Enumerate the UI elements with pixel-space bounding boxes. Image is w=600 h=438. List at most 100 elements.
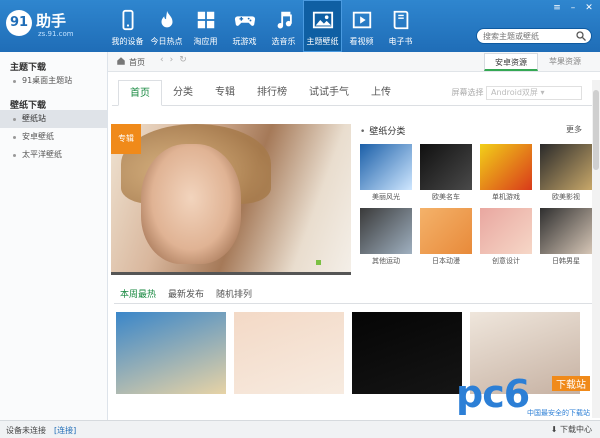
gamepad-icon: [234, 16, 255, 26]
category-item[interactable]: 欧美名车: [420, 144, 472, 202]
nav-label: 玩游戏: [232, 37, 257, 46]
tab-try-luck[interactable]: 试试手气: [298, 80, 360, 106]
tab-categories[interactable]: 分类: [162, 80, 204, 106]
sidebar-item-android-wallpaper[interactable]: 安卓壁纸: [0, 128, 107, 146]
minimize-icon[interactable]: –: [566, 2, 580, 14]
app-logo[interactable]: 91 助手 zs.91.com: [6, 8, 106, 44]
download-center-button[interactable]: ⬇ 下载中心: [551, 424, 592, 435]
screen-select-label: 屏幕选择: [451, 88, 484, 97]
nav-item-my-device[interactable]: 我的设备: [108, 0, 147, 52]
window-controls: ≡ – ✕: [550, 2, 596, 14]
book-icon: [393, 10, 408, 30]
category-item[interactable]: 其他运动: [360, 208, 412, 266]
category-thumbnail: [420, 208, 472, 254]
status-bar: 设备未连接 [连接] ⬇ 下载中心: [0, 420, 600, 438]
search-input[interactable]: [477, 29, 573, 43]
nav-label: 我的设备: [111, 37, 144, 46]
nav-item-apps[interactable]: 淘应用: [186, 0, 225, 52]
category-label: 日韩男星: [552, 257, 580, 265]
category-label: 日本动漫: [432, 257, 460, 265]
category-label: 欧美影视: [552, 193, 580, 201]
sidebar: 主题下载 91桌面主题站 壁纸下载 壁纸站 安卓壁纸 太平洋壁纸: [0, 52, 108, 420]
banner-image-face: [141, 144, 241, 264]
main-content: 首页 分类 专辑 排行榜 试试手气 上传 屏幕选择 Android双屏 ▾ 专辑…: [108, 72, 600, 420]
sidebar-section-wallpaper-download: 壁纸下载: [10, 101, 47, 111]
scrollbar-thumb[interactable]: [593, 90, 599, 170]
tab-apple-resources[interactable]: 苹果资源: [538, 53, 592, 71]
category-item[interactable]: 日韩男星: [540, 208, 592, 266]
categories-more-link[interactable]: 更多: [566, 124, 582, 135]
sidebar-item-wallpaper-site[interactable]: 壁纸站: [0, 110, 107, 128]
categories-title: 壁纸分类: [360, 124, 405, 137]
nav-item-ebooks[interactable]: 电子书: [381, 0, 420, 52]
tab-latest[interactable]: 最新发布: [162, 288, 210, 304]
sidebar-item-91-theme-site[interactable]: 91桌面主题站: [0, 72, 107, 90]
scrollbar[interactable]: [592, 80, 600, 418]
category-label: 其他运动: [372, 257, 400, 265]
download-center-label: 下载中心: [560, 425, 592, 434]
main-nav: 我的设备 今日热点 淘应用 玩游戏 选音乐 主题壁纸 看视频 电子书: [108, 0, 420, 52]
category-item[interactable]: 创意设计: [480, 208, 532, 266]
phone-icon: [122, 9, 133, 31]
sidebar-section-theme-download: 主题下载: [10, 63, 47, 73]
category-thumbnail: [420, 144, 472, 190]
tab-upload[interactable]: 上传: [360, 80, 402, 106]
screen-select-dropdown[interactable]: Android双屏 ▾: [486, 86, 582, 100]
tab-rankings[interactable]: 排行榜: [246, 80, 298, 106]
nav-arrows: ‹›↻: [160, 55, 193, 65]
film-icon: [352, 11, 371, 29]
tab-android-resources[interactable]: 安卓资源: [484, 53, 538, 71]
search-icon[interactable]: [575, 30, 587, 42]
category-label: 单机游戏: [492, 193, 520, 201]
music-note-icon: [277, 11, 292, 29]
category-thumbnail: [540, 144, 592, 190]
nav-label: 今日热点: [150, 37, 183, 46]
nav-label: 主题壁纸: [306, 37, 339, 46]
tab-random[interactable]: 随机排列: [210, 288, 258, 304]
nav-item-games[interactable]: 玩游戏: [225, 0, 264, 52]
nav-label: 淘应用: [193, 37, 218, 46]
nav-label: 选音乐: [271, 37, 296, 46]
sidebar-item-pconline-wallpaper[interactable]: 太平洋壁纸: [0, 146, 107, 164]
menu-icon[interactable]: ≡: [550, 2, 564, 14]
top-header: 91 助手 zs.91.com 我的设备 今日热点 淘应用 玩游戏 选音乐 主题…: [0, 0, 600, 52]
tab-albums[interactable]: 专辑: [204, 80, 246, 106]
banner-pager-dot[interactable]: [316, 260, 321, 265]
category-thumbnail: [360, 208, 412, 254]
nav-item-today-hot[interactable]: 今日热点: [147, 0, 186, 52]
tab-weekly-hot[interactable]: 本周最热: [114, 288, 162, 304]
nav-label: 电子书: [388, 37, 413, 46]
back-arrow-icon[interactable]: ‹: [160, 55, 170, 65]
category-item[interactable]: 美丽风光: [360, 144, 412, 202]
category-item[interactable]: 日本动漫: [420, 208, 472, 266]
categories-grid: 美丽风光 欧美名车 单机游戏 欧美影视其他运动 日本动漫 创意设计 日韩男星: [360, 144, 592, 266]
logo-url: zs.91.com: [38, 30, 74, 38]
category-item[interactable]: 单机游戏: [480, 144, 532, 202]
device-status: 设备未连接: [6, 426, 46, 435]
category-item[interactable]: 欧美影视: [540, 144, 592, 202]
logo-name: 助手: [36, 12, 67, 30]
breadcrumb-bar: 首页 ‹›↻ 安卓资源 苹果资源: [108, 52, 600, 72]
breadcrumb-home: 首页: [129, 58, 145, 67]
refresh-icon[interactable]: ↻: [179, 55, 193, 65]
category-label: 创意设计: [492, 257, 520, 265]
featured-banner[interactable]: 专辑: [111, 124, 351, 272]
home-icon: [117, 57, 125, 65]
banner-progress-bar: [111, 272, 351, 275]
nav-item-themes-wallpapers[interactable]: 主题壁纸: [303, 0, 342, 52]
screen-select: 屏幕选择 Android双屏 ▾: [451, 86, 582, 100]
nav-item-music[interactable]: 选音乐: [264, 0, 303, 52]
category-thumbnail: [480, 208, 532, 254]
wallpaper-thumbnail[interactable]: [116, 312, 226, 394]
wallpaper-thumbnail[interactable]: [234, 312, 344, 394]
album-tag: 专辑: [111, 124, 141, 154]
source-tabs: 安卓资源 苹果资源: [484, 53, 592, 71]
breadcrumb[interactable]: 首页: [116, 56, 145, 68]
watermark-slogan: 中国最安全的下载站: [527, 409, 590, 417]
connect-link[interactable]: [连接]: [54, 425, 76, 436]
nav-item-video[interactable]: 看视频: [342, 0, 381, 52]
tab-home[interactable]: 首页: [118, 80, 162, 106]
close-icon[interactable]: ✕: [582, 2, 596, 14]
forward-arrow-icon[interactable]: ›: [170, 55, 180, 65]
wallpaper-thumbnail[interactable]: [352, 312, 462, 394]
